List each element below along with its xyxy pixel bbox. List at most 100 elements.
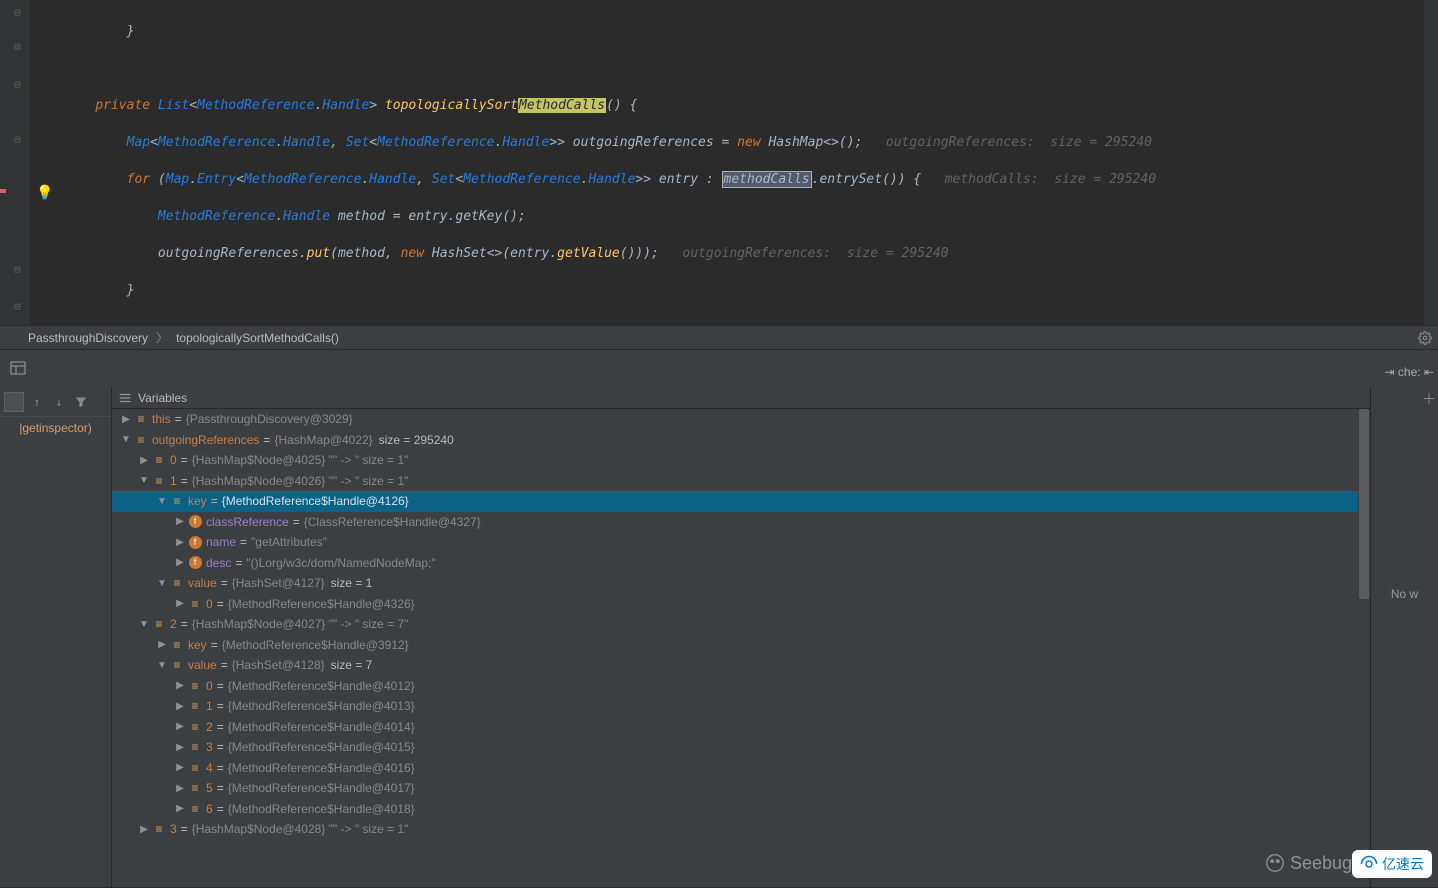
editor-gutter: ⊟ ⊟ ⊟ ⊟ ⊟ ⊟ <box>0 0 30 325</box>
variable-name: 5 <box>206 781 213 795</box>
stack-frame[interactable]: |getinspector) <box>0 417 111 439</box>
variable-row[interactable]: ▶≡6={MethodReference$Handle@4018} <box>112 799 1370 820</box>
seebug-watermark: Seebug <box>1264 852 1352 874</box>
chevron-right-icon: 〉 <box>156 329 168 346</box>
tree-toggle-icon[interactable]: ▼ <box>154 496 170 507</box>
variable-row[interactable]: ▶fclassReference={ClassReference$Handle@… <box>112 512 1370 533</box>
yisu-watermark: 亿速云 <box>1352 850 1432 878</box>
arrow-down-icon[interactable]: ↓ <box>50 393 68 411</box>
breadcrumb-item[interactable]: topologicallySortMethodCalls() <box>176 331 339 345</box>
tree-toggle-icon[interactable]: ▶ <box>172 701 188 712</box>
tree-toggle-icon[interactable]: ▶ <box>172 680 188 691</box>
scrollbar-thumb[interactable] <box>1359 409 1369 599</box>
tree-toggle-icon[interactable]: ▼ <box>154 660 170 671</box>
tree-toggle-icon[interactable]: ▶ <box>172 783 188 794</box>
variable-row[interactable]: ▶≡this={PassthroughDiscovery@3029} <box>112 409 1370 430</box>
variable-icon: ≡ <box>170 494 184 508</box>
variable-icon: ≡ <box>188 679 202 693</box>
tree-toggle-icon[interactable]: ▶ <box>172 762 188 773</box>
tree-toggle-icon[interactable]: ▶ <box>172 557 188 568</box>
fold-icon[interactable]: ⊟ <box>14 133 21 146</box>
tree-toggle-icon[interactable]: ▶ <box>154 639 170 650</box>
code-area[interactable]: } private List<MethodReference.Handle> t… <box>30 0 1438 325</box>
tree-toggle-icon[interactable]: ▼ <box>136 619 152 630</box>
variable-row[interactable]: ▼≡outgoingReferences={HashMap@4022}size … <box>112 430 1370 451</box>
variable-icon: ≡ <box>170 576 184 590</box>
variable-value: {MethodReference$Handle@4017} <box>228 781 415 795</box>
variable-row[interactable]: ▼≡1={HashMap$Node@4026} "" -> " size = 1… <box>112 471 1370 492</box>
variable-row[interactable]: ▼≡2={HashMap$Node@4027} "" -> " size = 7… <box>112 614 1370 635</box>
tree-toggle-icon[interactable]: ▶ <box>172 516 188 527</box>
field-icon: f <box>188 535 202 549</box>
highlighted-text: MethodCalls <box>518 98 606 113</box>
tree-toggle-icon[interactable]: ▶ <box>172 598 188 609</box>
error-marker <box>0 189 6 193</box>
tree-toggle-icon[interactable]: ▶ <box>172 721 188 732</box>
variable-row[interactable]: ▶≡2={MethodReference$Handle@4014} <box>112 717 1370 738</box>
variable-row[interactable]: ▶fname="getAttributes" <box>112 532 1370 553</box>
variable-row[interactable]: ▼≡value={HashSet@4127}size = 1 <box>112 573 1370 594</box>
fold-icon[interactable]: ⊟ <box>14 263 21 276</box>
tree-toggle-icon[interactable]: ▶ <box>136 824 152 835</box>
tree-toggle-icon[interactable]: ▼ <box>154 578 170 589</box>
gear-icon[interactable] <box>1412 328 1438 348</box>
variable-row[interactable]: ▶≡5={MethodReference$Handle@4017} <box>112 778 1370 799</box>
variable-row[interactable]: ▶≡0={MethodReference$Handle@4012} <box>112 676 1370 697</box>
variables-panel[interactable]: Variables ▶≡this={PassthroughDiscovery@3… <box>112 387 1370 887</box>
variable-name: 0 <box>206 597 213 611</box>
variable-name: name <box>206 535 236 549</box>
fold-icon[interactable]: ⊟ <box>14 300 21 313</box>
variable-icon: ≡ <box>170 638 184 652</box>
variable-row[interactable]: ▶≡key={MethodReference$Handle@3912} <box>112 635 1370 656</box>
variable-row[interactable]: ▶fdesc="()Lorg/w3c/dom/NamedNodeMap;" <box>112 553 1370 574</box>
variable-icon: ≡ <box>134 433 148 447</box>
fold-icon[interactable]: ⊟ <box>14 6 21 19</box>
layout-icon[interactable] <box>10 360 28 378</box>
variable-value: {HashMap$Node@4026} "" -> " size = 1" <box>192 474 409 488</box>
tree-toggle-icon[interactable]: ▼ <box>118 434 134 445</box>
fold-icon[interactable]: ⊟ <box>14 78 21 91</box>
variable-row[interactable]: ▼≡key={MethodReference$Handle@4126} <box>112 491 1370 512</box>
tree-toggle-icon[interactable]: ▶ <box>172 803 188 814</box>
variable-row[interactable]: ▶≡0={HashMap$Node@4025} "" -> " size = 1… <box>112 450 1370 471</box>
variables-header: Variables <box>112 387 1370 409</box>
variable-row[interactable]: ▶≡3={MethodReference$Handle@4015} <box>112 737 1370 758</box>
tree-toggle-icon[interactable]: ▶ <box>172 537 188 548</box>
variable-row[interactable]: ▶≡1={MethodReference$Handle@4013} <box>112 696 1370 717</box>
list-icon <box>118 391 132 405</box>
tree-toggle-icon[interactable]: ▶ <box>172 742 188 753</box>
tree-toggle-icon[interactable]: ▶ <box>136 455 152 466</box>
frames-panel[interactable]: ↑ ↓ |getinspector) <box>0 387 112 887</box>
variable-name: desc <box>206 556 231 570</box>
variable-row[interactable]: ▶≡3={HashMap$Node@4028} "" -> " size = 1… <box>112 819 1370 840</box>
code-editor[interactable]: ⊟ ⊟ ⊟ ⊟ ⊟ ⊟ 💡 } private List<MethodRefer… <box>0 0 1438 325</box>
watches-tab[interactable]: ⇥ che: ⇤ ＋ <box>1385 365 1434 379</box>
variable-row[interactable]: ▼≡value={HashSet@4128}size = 7 <box>112 655 1370 676</box>
add-watch-icon[interactable]: ＋ <box>1422 389 1436 409</box>
thread-selector[interactable] <box>4 392 24 412</box>
variable-icon: ≡ <box>152 474 166 488</box>
variable-name: this <box>152 412 171 426</box>
variable-value: {MethodReference$Handle@3912} <box>222 638 409 652</box>
breadcrumb: PassthroughDiscovery 〉 topologicallySort… <box>0 325 1438 349</box>
variable-name: key <box>188 638 207 652</box>
variable-name: 2 <box>206 720 213 734</box>
variable-row[interactable]: ▶≡4={MethodReference$Handle@4016} <box>112 758 1370 779</box>
watches-panel[interactable]: ⇥ che: ⇤ ＋ No w <box>1370 387 1438 887</box>
variable-value: {MethodReference$Handle@4126} <box>222 494 409 508</box>
fold-icon[interactable]: ⊟ <box>14 40 21 53</box>
tree-toggle-icon[interactable]: ▶ <box>118 414 134 425</box>
tree-toggle-icon[interactable]: ▼ <box>136 475 152 486</box>
variables-tree[interactable]: ▶≡this={PassthroughDiscovery@3029}▼≡outg… <box>112 409 1370 887</box>
editor-overview-strip[interactable] <box>1424 0 1438 325</box>
inline-hint: outgoingReferences: size = 295240 <box>682 246 948 261</box>
breadcrumb-item[interactable]: PassthroughDiscovery <box>28 331 148 345</box>
arrow-up-icon[interactable]: ↑ <box>28 393 46 411</box>
variable-value: {MethodReference$Handle@4014} <box>228 720 415 734</box>
filter-icon[interactable] <box>72 393 90 411</box>
variable-value: {HashMap@4022} <box>274 433 372 447</box>
variable-value: {HashSet@4127} <box>232 576 325 590</box>
scrollbar-track[interactable] <box>1358 409 1370 887</box>
variable-value: {ClassReference$Handle@4327} <box>304 515 481 529</box>
variable-row[interactable]: ▶≡0={MethodReference$Handle@4326} <box>112 594 1370 615</box>
